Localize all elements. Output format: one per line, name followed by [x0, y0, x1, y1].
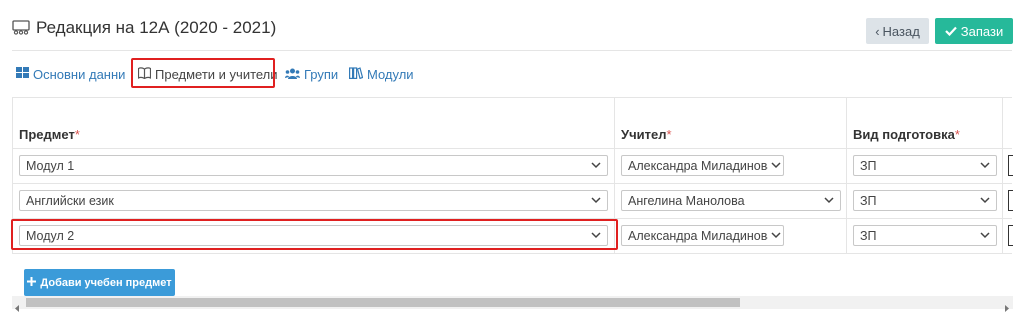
- chevron-down-icon: [980, 162, 990, 169]
- save-button[interactable]: Запази: [935, 18, 1013, 44]
- type-select[interactable]: ЗП: [853, 190, 997, 211]
- chevron-down-icon: [980, 232, 990, 239]
- save-button-label: Запази: [960, 23, 1004, 39]
- users-icon: [285, 67, 300, 82]
- row-divider: [12, 183, 1012, 184]
- back-button[interactable]: ‹ Назад: [866, 18, 929, 44]
- divider: [12, 50, 1012, 51]
- subject-select[interactable]: Английски език: [19, 190, 608, 211]
- back-button-label: Назад: [882, 23, 920, 39]
- cut-off-field[interactable]: [1008, 190, 1013, 211]
- plus-icon: [27, 276, 37, 289]
- tab-modules[interactable]: Модули: [349, 62, 414, 86]
- tab-groups[interactable]: Групи: [285, 62, 338, 86]
- type-select[interactable]: ЗП: [853, 155, 997, 176]
- cut-off-field[interactable]: [1008, 155, 1013, 176]
- chevron-left-icon: ‹: [875, 23, 880, 39]
- active-tab-highlight: [131, 58, 275, 88]
- scrollbar-thumb[interactable]: [26, 298, 740, 307]
- add-subject-label: Добави учебен предмет: [40, 276, 172, 289]
- page-title-container: Редакция на 12А (2020 - 2021): [12, 18, 276, 38]
- tab-basic-data[interactable]: Основни данни: [16, 62, 125, 86]
- type-select[interactable]: ЗП: [853, 225, 997, 246]
- chevron-down-icon: [768, 230, 781, 240]
- classroom-icon: [12, 20, 30, 36]
- scroll-right-icon[interactable]: [1004, 299, 1009, 317]
- tab-label: Групи: [304, 66, 339, 82]
- teacher-select[interactable]: Александра Миладинова: [621, 225, 784, 246]
- subject-select[interactable]: Модул 1: [19, 155, 608, 176]
- scroll-left-icon[interactable]: [15, 299, 20, 317]
- tab-label: Модули: [367, 66, 414, 82]
- teacher-select[interactable]: Александра Миладинова: [621, 155, 784, 176]
- chevron-down-icon: [591, 162, 601, 169]
- add-subject-button[interactable]: Добави учебен предмет: [24, 269, 175, 296]
- cut-off-field[interactable]: [1008, 225, 1013, 246]
- row-highlight: [11, 219, 618, 250]
- chevron-down-icon: [824, 197, 834, 204]
- column-divider: [1002, 97, 1003, 253]
- column-header-subject: Предмет*: [19, 127, 80, 142]
- row-divider: [12, 148, 1012, 149]
- chevron-down-icon: [768, 160, 781, 170]
- chevron-down-icon: [980, 197, 990, 204]
- chevron-down-icon: [591, 197, 601, 204]
- page-title: Редакция на 12А (2020 - 2021): [36, 18, 277, 37]
- column-header-type: Вид подготовка*: [853, 127, 960, 142]
- column-header-teacher: Учител*: [621, 127, 672, 142]
- tab-label: Основни данни: [33, 66, 126, 82]
- row-divider: [12, 253, 1012, 254]
- books-icon: [349, 66, 364, 82]
- check-icon: [945, 24, 957, 39]
- teacher-select[interactable]: Ангелина Манолова: [621, 190, 841, 211]
- column-divider: [846, 97, 847, 253]
- grid-icon: [16, 66, 29, 82]
